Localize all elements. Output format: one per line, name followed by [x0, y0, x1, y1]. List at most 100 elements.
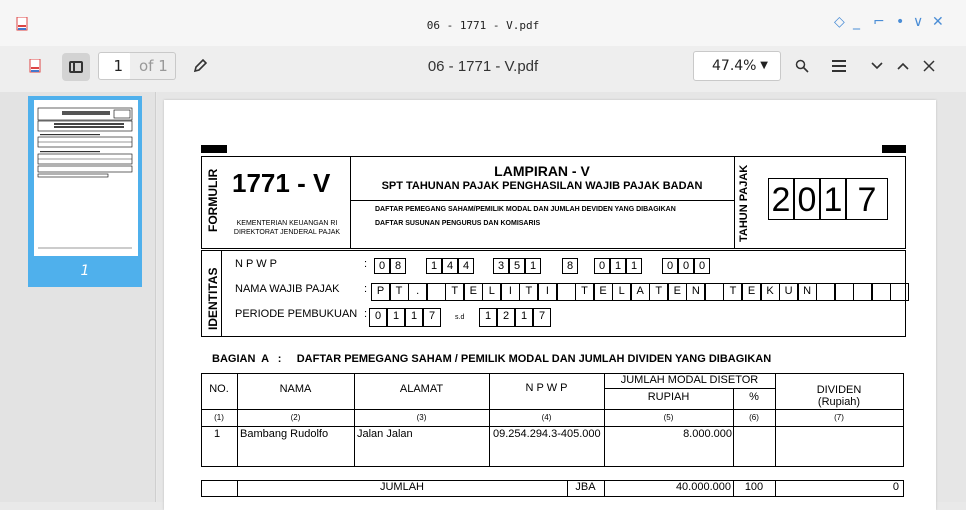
header-dividen-sub: (Rupiah) — [817, 396, 861, 408]
char-box: 1 — [426, 258, 442, 274]
char-box — [890, 283, 910, 301]
periode-colon: : — [364, 308, 368, 320]
char-box — [704, 283, 724, 301]
char-box: 7 — [423, 308, 441, 327]
year-digit: 1 — [820, 178, 846, 220]
search-icon[interactable] — [795, 59, 809, 73]
shade-icon[interactable]: • — [896, 15, 904, 29]
total-code: JBA — [575, 481, 596, 493]
char-box: P — [371, 283, 390, 301]
col-number: (7) — [834, 413, 844, 422]
form-subtitle: SPT TAHUNAN PAJAK PENGHASILAN WAJIB PAJA… — [381, 180, 703, 192]
header-alamat: ALAMAT — [399, 383, 444, 395]
char-box: N — [797, 283, 817, 301]
chevron-up-icon[interactable] — [896, 61, 910, 71]
form-number: 1771 - V — [232, 168, 331, 198]
char-box — [816, 283, 836, 301]
col-number: (6) — [749, 413, 759, 422]
window-close-icon[interactable]: ✕ — [932, 15, 944, 29]
header-dividen: DIVIDEN — [816, 384, 862, 396]
identitas-label: IDENTITAS — [206, 267, 220, 330]
char-box: L — [482, 283, 502, 301]
minimize-icon[interactable]: _ — [853, 15, 860, 29]
char-box: L — [612, 283, 632, 301]
char-box: E — [463, 283, 483, 301]
char-box: E — [742, 283, 761, 301]
thumbnail-page-number: 1 — [80, 263, 90, 279]
char-box: 1 — [626, 258, 642, 274]
year-digit: 7 — [846, 178, 888, 220]
header-nama: NAMA — [279, 383, 312, 395]
periode-sd: s.d — [455, 314, 465, 321]
char-box: 4 — [458, 258, 474, 274]
header-percent: % — [749, 391, 759, 403]
total-rupiah: 40.000.000 — [675, 481, 731, 493]
char-box: A — [630, 283, 650, 301]
char-box: . — [408, 283, 428, 301]
window-titlebar: 06 - 1771 - V.pdf ◇ _ ⌐ • ∨ ✕ — [0, 0, 966, 46]
char-box: E — [593, 283, 613, 301]
zoom-value: 47.4% — [712, 58, 757, 74]
section-a-title: BAGIAN A : DAFTAR PEMEGANG SAHAM / PEMIL… — [212, 353, 772, 365]
col-number: (1) — [214, 413, 224, 422]
header-modal: JUMLAH MODAL DISETOR — [620, 374, 759, 386]
year-digit: 2 — [768, 178, 794, 220]
char-box: T — [519, 283, 539, 301]
char-box: 0 — [594, 258, 610, 274]
total-percent: 100 — [744, 481, 764, 493]
formulir-label: FORMULIR — [206, 168, 220, 232]
zoom-select[interactable]: 47.4% ▼ — [693, 51, 781, 81]
periode-label: PERIODE PEMBUKUAN — [235, 308, 358, 320]
col-number: (3) — [416, 413, 427, 422]
row-npwp: 09.254.294.3-405.000 — [493, 428, 601, 440]
window-menu-icon[interactable]: ∨ — [913, 15, 923, 29]
char-box: 8 — [562, 258, 578, 274]
char-box: T — [723, 283, 743, 301]
row-no: 1 — [214, 428, 221, 440]
corner-marker — [882, 145, 906, 153]
char-box: T — [445, 283, 465, 301]
row-rupiah: 8.000.000 — [683, 428, 732, 440]
document-title: 06 - 1771 - V.pdf — [427, 58, 539, 75]
pdf-page: FORMULIR 1771 - V KEMENTERIAN KEUANGAN R… — [164, 100, 936, 510]
year-digit: 0 — [794, 178, 820, 220]
char-box: I — [500, 283, 520, 301]
row-alamat: Jalan Jalan — [357, 428, 413, 440]
char-box: 4 — [442, 258, 458, 274]
tahun-pajak-label: TAHUN PAJAK — [738, 164, 750, 242]
header-no: NO. — [209, 383, 229, 395]
char-box: T — [389, 283, 409, 301]
ministry-label: KEMENTERIAN KEUANGAN RI — [236, 220, 338, 227]
header-npwp: N P W P — [525, 382, 568, 394]
char-box: N — [686, 283, 706, 301]
char-box: 8 — [390, 258, 406, 274]
chevron-down-icon: ▼ — [760, 60, 768, 71]
char-box: 0 — [678, 258, 694, 274]
keep-above-icon[interactable]: ◇ — [834, 15, 845, 29]
window-title: 06 - 1771 - V.pdf — [426, 19, 540, 32]
thumbnail-preview-image — [37, 107, 133, 249]
char-box — [834, 283, 854, 301]
char-box: K — [760, 283, 780, 301]
char-box — [871, 283, 891, 301]
char-box: 2 — [497, 308, 515, 327]
char-box: 1 — [610, 258, 626, 274]
description-line-1: DAFTAR PEMEGANG SAHAM/PEMILIK MODAL DAN … — [375, 206, 676, 213]
nama-colon: : — [364, 283, 368, 295]
page-thumbnail[interactable] — [34, 100, 138, 256]
char-box: T — [575, 283, 595, 301]
char-box: 1 — [515, 308, 533, 327]
maximize-icon[interactable]: ⌐ — [873, 15, 885, 29]
npwp-colon: : — [364, 258, 368, 270]
char-box: U — [779, 283, 799, 301]
row-nama: Bambang Rudolfo — [240, 428, 329, 440]
description-line-2: DAFTAR SUSUNAN PENGURUS DAN KOMISARIS — [375, 220, 541, 227]
corner-marker — [201, 145, 227, 153]
menu-icon[interactable] — [832, 60, 846, 72]
close-icon[interactable] — [923, 60, 935, 72]
directorate-label: DIREKTORAT JENDERAL PAJAK — [233, 229, 341, 236]
chevron-down-icon[interactable] — [870, 61, 884, 71]
char-box: I — [537, 283, 557, 301]
char-box: 3 — [493, 258, 509, 274]
char-box — [426, 283, 446, 301]
